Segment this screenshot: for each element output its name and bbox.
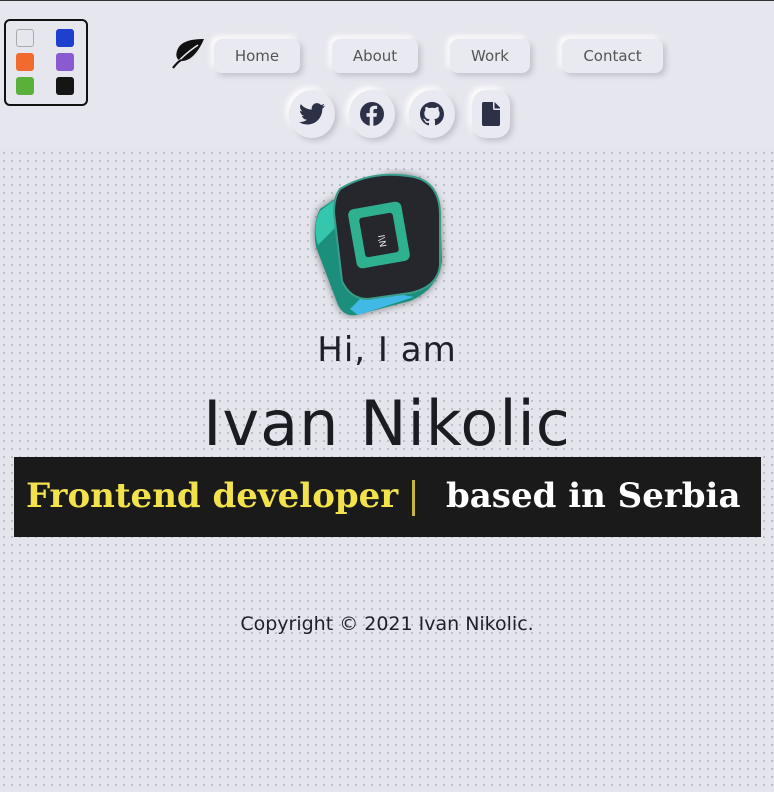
typing-cursor — [412, 480, 415, 516]
theme-palette — [4, 19, 88, 106]
swatch-green[interactable] — [16, 77, 34, 95]
nav-about-button[interactable]: About — [332, 39, 418, 73]
swatch-light[interactable] — [16, 29, 34, 47]
resume-link[interactable] — [472, 90, 510, 138]
location-text: based in Serbia — [446, 476, 741, 516]
footer-copyright: Copyright © 2021 Ivan Nikolic. — [240, 613, 534, 635]
twitter-link[interactable] — [289, 90, 335, 138]
document-icon — [482, 102, 500, 126]
twitter-icon — [299, 103, 325, 125]
role-text: Frontend developer — [26, 476, 399, 516]
swatch-blue[interactable] — [56, 29, 74, 47]
swatch-black[interactable] — [56, 77, 74, 95]
github-link[interactable] — [409, 90, 455, 138]
swatch-orange[interactable] — [16, 53, 34, 71]
logo-badge[interactable]: I\N — [310, 169, 450, 319]
facebook-link[interactable] — [349, 90, 395, 138]
svg-text:I\N: I\N — [375, 234, 387, 248]
nav-home-button[interactable]: Home — [214, 39, 300, 73]
leaf-icon[interactable] — [172, 37, 206, 69]
nav-work-button[interactable]: Work — [450, 39, 530, 73]
role-banner: Frontend developer based in Serbia — [14, 457, 761, 537]
nav-contact-button[interactable]: Contact — [562, 39, 663, 73]
hero-name: Ivan Nikolic — [203, 387, 571, 460]
swatch-purple[interactable] — [56, 53, 74, 71]
greeting-text: Hi, I am — [317, 330, 457, 370]
github-icon — [420, 102, 444, 126]
facebook-icon — [360, 102, 384, 126]
